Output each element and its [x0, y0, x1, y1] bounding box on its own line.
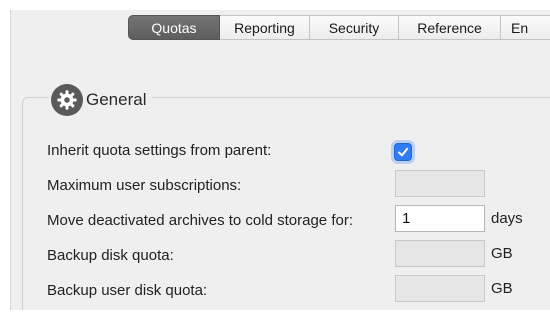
tab-reference[interactable]: Reference	[399, 15, 501, 40]
tab-quotas[interactable]: Quotas	[128, 15, 220, 40]
backup-disk-quota-field[interactable]	[395, 240, 485, 267]
backup-user-disk-quota-field[interactable]	[395, 275, 485, 302]
general-title: General	[86, 90, 147, 109]
backup-user-disk-quota-unit: GB	[491, 280, 513, 297]
backup-user-disk-quota-label: Backup user disk quota:	[47, 282, 208, 299]
backup-disk-quota-unit: GB	[491, 245, 513, 262]
cold-storage-label: Move deactivated archives to cold storag…	[47, 212, 353, 229]
settings-window: Quotas Reporting Security Reference En G…	[10, 10, 550, 310]
cold-storage-days-field[interactable]	[395, 205, 485, 232]
tab-reporting[interactable]: Reporting	[220, 15, 310, 40]
checkmark-icon	[398, 147, 409, 157]
tab-en[interactable]: En	[501, 15, 550, 40]
max-subscriptions-label: Maximum user subscriptions:	[47, 177, 242, 194]
max-subscriptions-field[interactable]	[395, 170, 485, 197]
tab-security[interactable]: Security	[310, 15, 399, 40]
tab-bar: Quotas Reporting Security Reference En	[128, 15, 550, 41]
gear-icon	[51, 84, 83, 116]
backup-disk-quota-label: Backup disk quota:	[47, 247, 174, 264]
inherit-quota-label: Inherit quota settings from parent:	[47, 142, 272, 159]
inherit-quota-checkbox[interactable]	[394, 143, 412, 161]
general-group-title: General	[49, 84, 153, 116]
cold-storage-unit: days	[491, 210, 523, 227]
